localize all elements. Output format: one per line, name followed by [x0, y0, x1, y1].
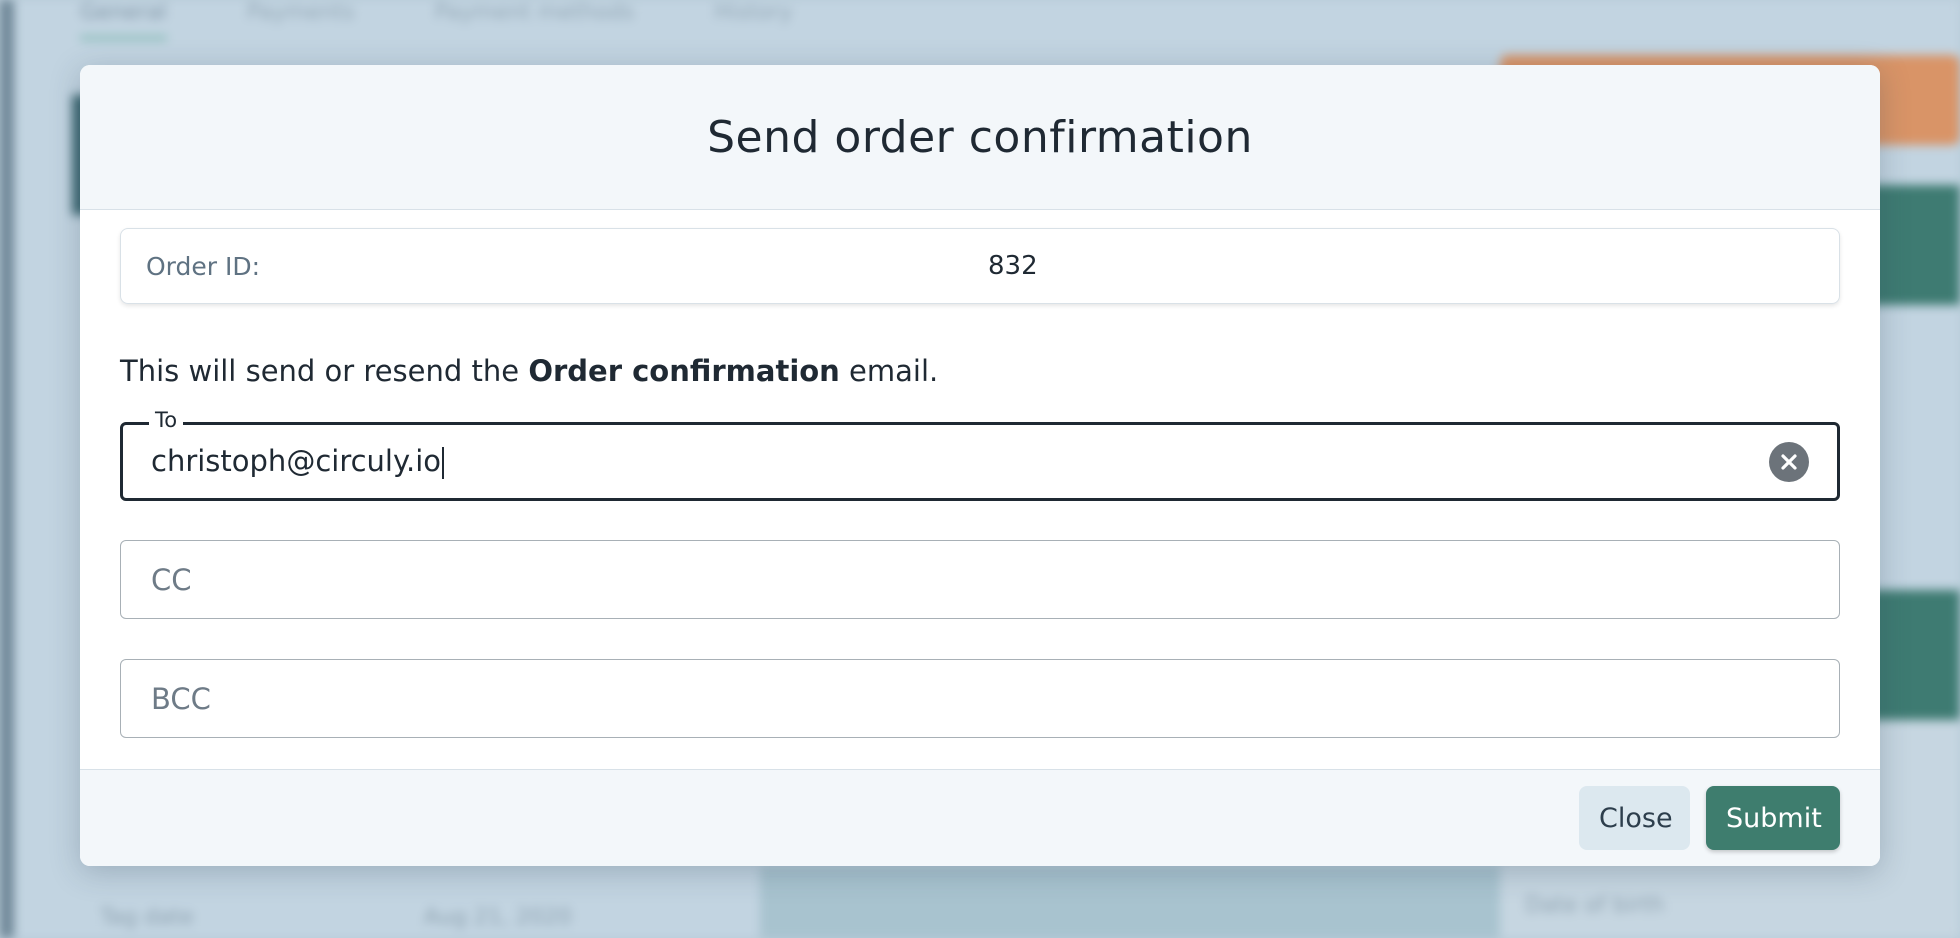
order-id-value: 832 — [988, 251, 1038, 281]
order-id-label: Order ID: — [146, 251, 261, 281]
to-field[interactable]: To christoph@circuly.io — [120, 408, 1840, 501]
to-input[interactable]: christoph@circuly.io — [151, 444, 444, 479]
info-text-suffix: email. — [839, 354, 939, 388]
background-label: Tag date — [100, 905, 194, 930]
background-label: Date of birth — [1525, 893, 1665, 918]
background-tab-general: General — [80, 0, 167, 40]
background-panel — [760, 866, 1500, 938]
info-text-prefix: This will send or resend the — [120, 354, 529, 388]
bcc-input[interactable]: BCC — [151, 682, 211, 716]
background-tab-payment-methods: Payment methods — [434, 0, 635, 25]
close-button[interactable]: Close — [1579, 786, 1690, 850]
modal-header: Send order confirmation — [80, 65, 1880, 210]
to-field-label: To — [149, 408, 184, 432]
close-x-icon — [1781, 453, 1797, 470]
info-text: This will send or resend the Order confi… — [120, 354, 1840, 388]
cc-input[interactable]: CC — [151, 563, 192, 597]
modal-body: Order ID: 832 This will send or resend t… — [80, 210, 1880, 833]
background-tabs: General Payments Payment methods History — [80, 0, 793, 40]
background-row: Tag date Aug 21, 2020 — [100, 905, 572, 930]
info-text-bold: Order confirmation — [528, 354, 840, 388]
submit-button[interactable]: Submit — [1706, 786, 1840, 850]
background-tab-payments: Payments — [246, 0, 355, 25]
clear-icon[interactable] — [1769, 441, 1809, 482]
background-sidebar — [0, 0, 14, 938]
modal-footer: Close Submit — [80, 769, 1880, 866]
background-tab-history: History — [714, 0, 793, 25]
order-id-row: Order ID: 832 — [120, 228, 1840, 304]
background-value: Aug 21, 2020 — [423, 905, 572, 930]
modal-title: Send order confirmation — [707, 111, 1253, 163]
bcc-field[interactable]: BCC — [120, 659, 1840, 738]
cc-field[interactable]: CC — [120, 540, 1840, 619]
send-confirmation-modal: Send order confirmation Order ID: 832 Th… — [80, 65, 1880, 866]
